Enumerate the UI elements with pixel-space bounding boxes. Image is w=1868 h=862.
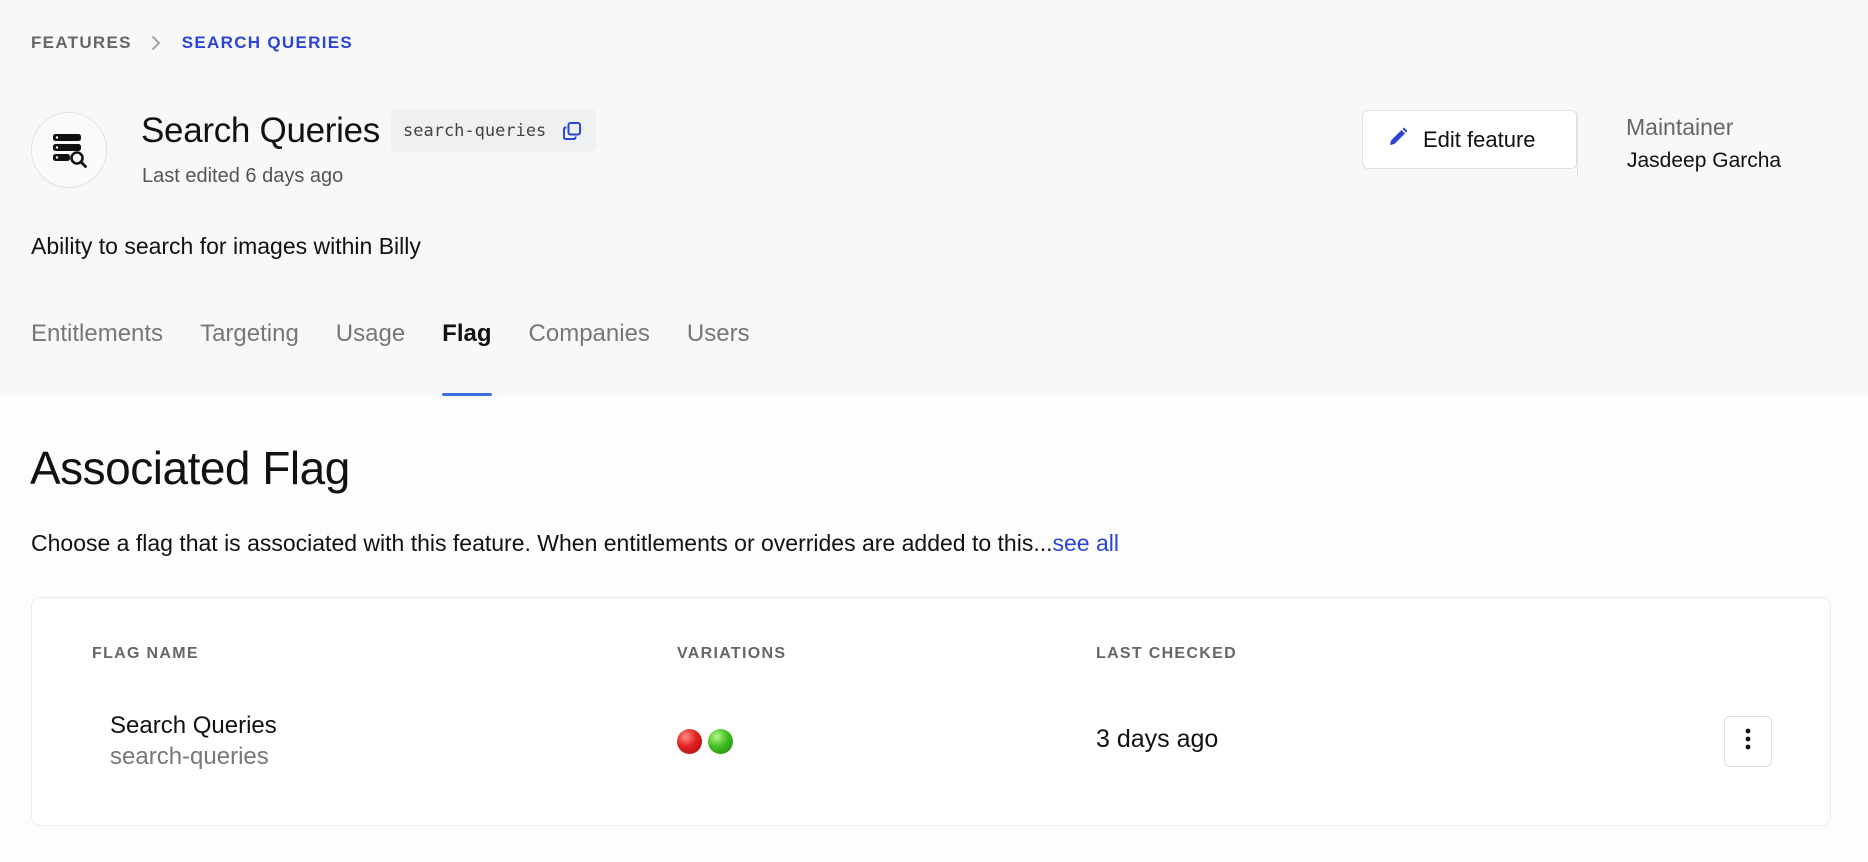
kebab-menu-icon	[1745, 728, 1751, 755]
pencil-icon	[1388, 127, 1408, 153]
maintainer-label: Maintainer	[1626, 114, 1734, 140]
section-description-text: Choose a flag that is associated with th…	[31, 530, 1053, 556]
feature-key: search-queries	[403, 120, 547, 141]
variations	[677, 729, 733, 754]
feature-description: Ability to search for images within Bill…	[31, 233, 421, 259]
flag-table: FLAG NAME VARIATIONS LAST CHECKED Search…	[31, 597, 1831, 826]
section-title: Associated Flag	[30, 442, 350, 494]
header-flag-name: FLAG NAME	[92, 645, 199, 662]
tab-usage[interactable]: Usage	[336, 320, 405, 396]
tab-bar: Entitlements Targeting Usage Flag Compan…	[31, 320, 787, 396]
see-all-link[interactable]: see all	[1053, 530, 1119, 556]
last-checked: 3 days ago	[1096, 725, 1219, 753]
feature-key-chip: search-queries	[391, 109, 597, 152]
feature-header: FEATURES SEARCH QUERIES Search Queries s…	[0, 0, 1868, 396]
variation-off-dot	[677, 729, 702, 754]
breadcrumb: FEATURES SEARCH QUERIES	[31, 33, 353, 53]
chevron-right-icon	[151, 35, 161, 51]
edit-feature-button[interactable]: Edit feature	[1362, 110, 1577, 169]
last-edited: Last edited 6 days ago	[142, 165, 344, 187]
maintainer-name: Jasdeep Garcha	[1627, 149, 1782, 172]
tab-entitlements[interactable]: Entitlements	[31, 320, 163, 396]
edit-feature-label: Edit feature	[1423, 126, 1536, 152]
flag-name[interactable]: Search Queries	[110, 712, 277, 740]
divider	[1577, 112, 1578, 176]
variation-on-dot	[708, 729, 733, 754]
database-search-icon	[31, 112, 107, 188]
tab-flag[interactable]: Flag	[442, 320, 492, 396]
header-last-checked: LAST CHECKED	[1096, 645, 1237, 662]
more-options-button[interactable]	[1724, 716, 1772, 767]
flag-key: search-queries	[110, 743, 269, 770]
page-title: Search Queries	[141, 111, 380, 150]
breadcrumb-current[interactable]: SEARCH QUERIES	[182, 33, 353, 53]
copy-icon[interactable]	[562, 121, 582, 141]
tab-targeting[interactable]: Targeting	[200, 320, 299, 396]
tab-companies[interactable]: Companies	[529, 320, 650, 396]
tab-users[interactable]: Users	[687, 320, 750, 396]
header-variations: VARIATIONS	[677, 645, 787, 662]
breadcrumb-features[interactable]: FEATURES	[31, 33, 132, 53]
section-description: Choose a flag that is associated with th…	[31, 530, 1119, 557]
